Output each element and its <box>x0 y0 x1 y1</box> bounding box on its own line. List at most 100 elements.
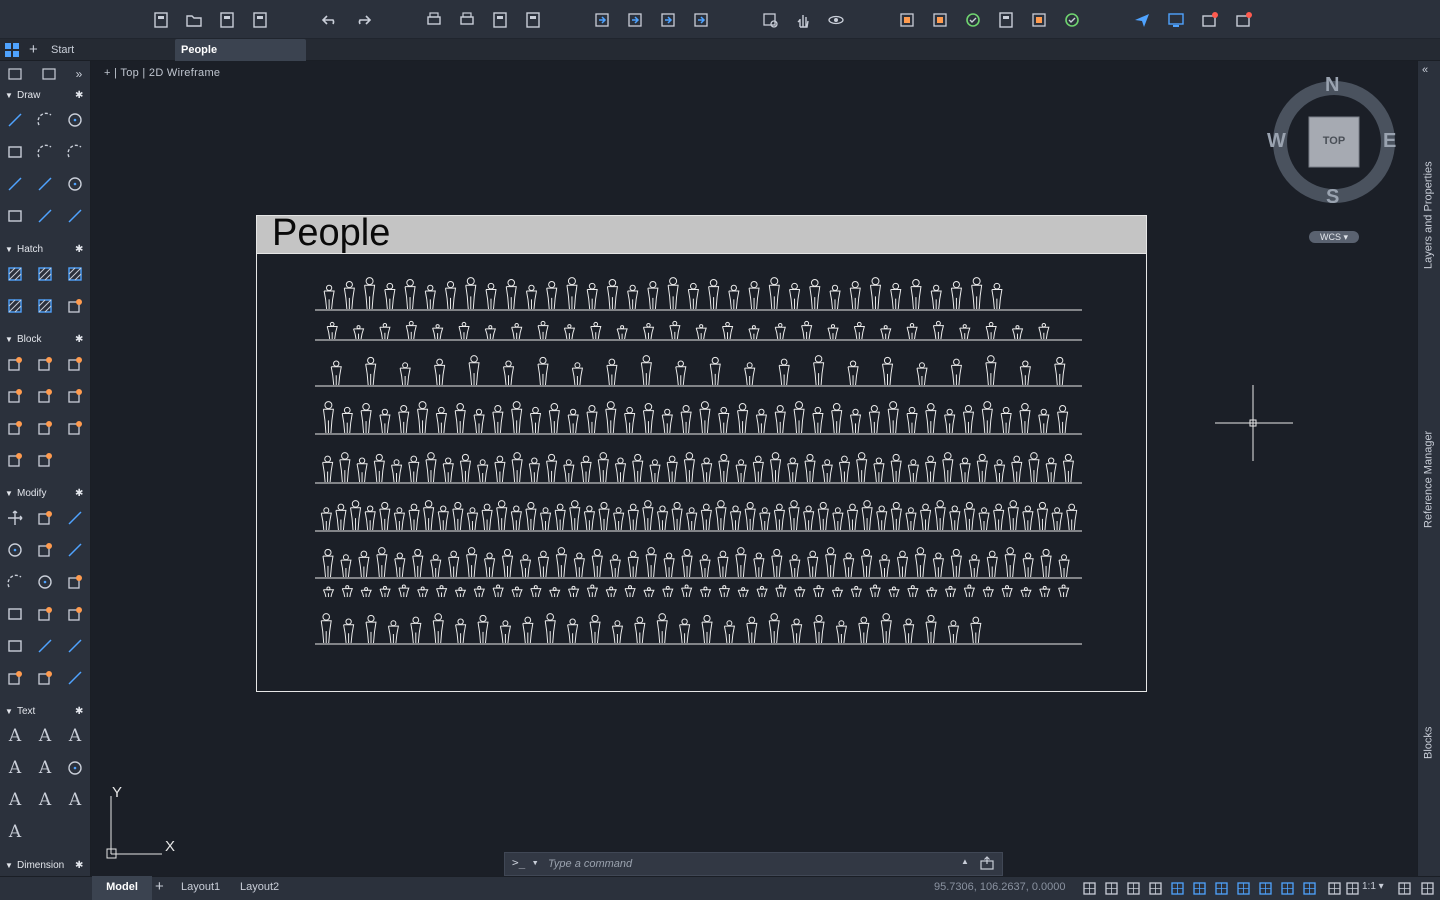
annotation-monitor-icon[interactable] <box>1300 879 1318 897</box>
palette-section-draw[interactable]: ▼ Draw ✱ <box>0 87 91 105</box>
save-icon[interactable] <box>217 10 237 30</box>
isodraft-icon[interactable] <box>1168 879 1186 897</box>
new-tab-icon[interactable]: + <box>29 41 38 58</box>
line-tool-icon[interactable] <box>4 173 26 195</box>
text-tool-icon[interactable]: A <box>4 789 26 811</box>
annotation-scale[interactable]: 1:1 ▾ <box>1362 881 1384 892</box>
send-icon[interactable] <box>1132 10 1152 30</box>
compass-north[interactable]: N <box>1325 74 1339 97</box>
plot-icon[interactable] <box>424 10 444 30</box>
lisp-icon[interactable] <box>963 10 983 30</box>
attach-icon[interactable] <box>658 10 678 30</box>
arc-tool-icon[interactable] <box>34 141 56 163</box>
text-tool-icon[interactable]: A <box>34 789 56 811</box>
app-menu-icon[interactable] <box>4 42 20 58</box>
tool-palette-icon[interactable] <box>1029 10 1049 30</box>
expand-palette-icon[interactable]: » <box>68 63 90 85</box>
pan-icon[interactable] <box>793 10 813 30</box>
hatch-tool-icon[interactable] <box>34 263 56 285</box>
layout-tab-model[interactable]: Model <box>92 876 152 900</box>
block-tool-icon[interactable] <box>64 295 86 317</box>
command-customize-icon[interactable] <box>980 856 994 870</box>
block-tool-icon[interactable] <box>64 353 86 375</box>
sheet-set-icon[interactable] <box>996 10 1016 30</box>
block-tool-icon[interactable] <box>34 417 56 439</box>
ortho-icon[interactable] <box>1124 879 1142 897</box>
wcs-dropdown[interactable]: WCS ▾ <box>1309 231 1359 243</box>
transparency-icon[interactable] <box>1234 879 1252 897</box>
save-as-icon[interactable] <box>250 10 270 30</box>
text-tool-icon[interactable]: A <box>34 757 56 779</box>
dynamic-ucs-icon[interactable] <box>1278 879 1296 897</box>
rectangle-tool-icon[interactable] <box>4 205 26 227</box>
arc-tool-icon[interactable] <box>34 109 56 131</box>
publish-icon[interactable] <box>490 10 510 30</box>
palette-section-block[interactable]: ▼ Block ✱ <box>0 331 91 349</box>
line-tool-icon[interactable] <box>64 635 86 657</box>
gear-icon[interactable]: ✱ <box>75 87 83 105</box>
cursor-coordinates[interactable]: 95.7306, 106.2637, 0.0000 <box>934 881 1066 893</box>
command-history-icon[interactable]: ▲ <box>961 857 969 866</box>
tab-people[interactable]: People <box>175 39 306 61</box>
palette-section-modify[interactable]: ▼ Modify ✱ <box>0 485 91 503</box>
hatch-tool-icon[interactable] <box>64 263 86 285</box>
rectangle-tool-icon[interactable] <box>4 141 26 163</box>
compass-east[interactable]: E <box>1383 130 1396 153</box>
block-tool-icon[interactable] <box>34 603 56 625</box>
gear-icon[interactable]: ✱ <box>75 485 83 503</box>
hatch-tool-icon[interactable] <box>34 295 56 317</box>
arc-tool-icon[interactable] <box>4 571 26 593</box>
block-tool-icon[interactable] <box>64 417 86 439</box>
block-tool-icon[interactable] <box>64 385 86 407</box>
rectangle-tool-icon[interactable] <box>4 635 26 657</box>
text-tool-icon[interactable]: A <box>64 725 86 747</box>
circle-tool-icon[interactable] <box>64 109 86 131</box>
line-tool-icon[interactable] <box>34 205 56 227</box>
line-tool-icon[interactable] <box>34 635 56 657</box>
isolate-icon[interactable] <box>1395 879 1413 897</box>
viewcube-top-face[interactable]: TOP <box>1309 135 1359 147</box>
monitor-icon[interactable] <box>1166 10 1186 30</box>
line-tool-icon[interactable] <box>64 539 86 561</box>
line-tool-icon[interactable] <box>34 173 56 195</box>
block-tool-icon[interactable] <box>4 353 26 375</box>
panel-tab-layers[interactable]: Layers and Properties <box>1417 150 1440 280</box>
batch-plot-icon[interactable] <box>457 10 477 30</box>
compass-west[interactable]: W <box>1267 130 1286 153</box>
palette-section-hatch[interactable]: ▼ Hatch ✱ <box>0 241 91 259</box>
import-icon[interactable] <box>592 10 612 30</box>
selection-cycling-icon[interactable] <box>1256 879 1274 897</box>
block-tool-icon[interactable] <box>34 449 56 471</box>
new-file-icon[interactable] <box>151 10 171 30</box>
circle-tool-icon[interactable] <box>34 571 56 593</box>
updates-icon[interactable] <box>1200 10 1220 30</box>
app-store-icon[interactable] <box>1234 10 1254 30</box>
panel-tab-reference-manager[interactable]: Reference Manager <box>1417 420 1440 538</box>
object-snap-icon[interactable] <box>1190 879 1208 897</box>
redo-icon[interactable] <box>353 10 373 30</box>
viewport-layout-icon[interactable] <box>4 63 26 85</box>
layout-tab-layout1[interactable]: Layout1 <box>175 876 226 900</box>
share-icon[interactable] <box>691 10 711 30</box>
text-tool-icon[interactable]: A <box>4 725 26 747</box>
line-tool-icon[interactable] <box>64 507 86 529</box>
circle-tool-icon[interactable] <box>64 757 86 779</box>
block-tool-icon[interactable] <box>4 667 26 689</box>
block-tool-icon[interactable] <box>4 449 26 471</box>
circle-tool-icon[interactable] <box>64 173 86 195</box>
settings-icon[interactable] <box>1418 879 1436 897</box>
text-tool-icon[interactable]: A <box>64 789 86 811</box>
snap-icon[interactable] <box>1102 879 1120 897</box>
polar-icon[interactable] <box>1146 879 1164 897</box>
line-tool-icon[interactable] <box>64 667 86 689</box>
match-properties-icon[interactable] <box>930 10 950 30</box>
block-tool-icon[interactable] <box>34 385 56 407</box>
line-tool-icon[interactable] <box>4 109 26 131</box>
units-icon[interactable] <box>1325 879 1343 897</box>
collapse-panel-icon[interactable]: « <box>1422 64 1428 76</box>
block-tool-icon[interactable] <box>34 667 56 689</box>
view-cube-toggle-icon[interactable] <box>38 63 60 85</box>
text-tool-icon[interactable]: A <box>4 757 26 779</box>
palette-section-dimension[interactable]: ▼ Dimension ✱ <box>0 857 91 875</box>
lineweight-icon[interactable] <box>1212 879 1230 897</box>
